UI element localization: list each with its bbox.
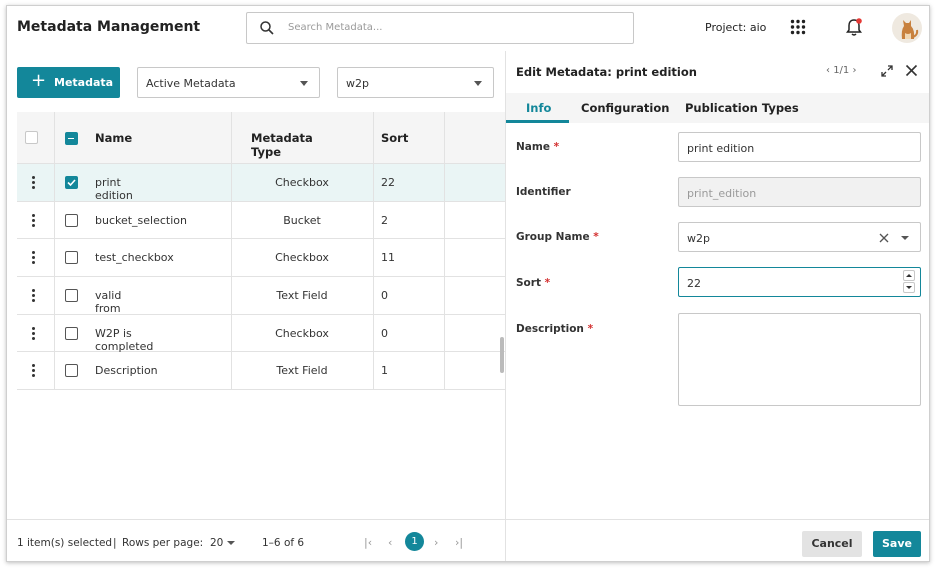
search-icon [260,21,274,35]
panel-title: Edit Metadata: print edition [516,65,697,79]
identifier-label: Identifier [516,186,571,198]
cell-type: Text Field [276,364,328,378]
select-all-checkbox[interactable] [65,132,78,145]
chevron-down-icon [474,81,482,86]
row-menu-icon[interactable] [32,213,35,227]
group-name-select[interactable]: w2p [678,222,921,252]
column-divider [231,112,232,390]
row-menu-icon[interactable] [32,251,35,265]
sort-input[interactable]: 22 [678,267,921,297]
rows-per-page-select[interactable]: 20 [210,537,223,549]
row-checkbox[interactable] [65,213,78,227]
table-row[interactable]: print edition Checkbox 22 [17,164,505,202]
footer-separator: | [113,537,117,549]
table-row[interactable]: W2P is completed Checkbox 0 [17,315,505,353]
active-tab-indicator [506,120,569,123]
pagination-range: 1–6 of 6 [262,537,305,549]
plus-icon: + [31,70,47,91]
column-divider [373,112,374,390]
cell-type: Checkbox [275,326,329,340]
table-row[interactable]: valid from Text Field 0 [17,277,505,315]
record-navigator[interactable]: ‹ 1/1 › [826,65,856,76]
tab-publication-types[interactable]: Publication Types [685,101,799,115]
edit-metadata-panel: Edit Metadata: print edition ‹ 1/1 › Inf… [505,51,929,561]
search-placeholder: Search Metadata... [288,22,383,33]
selection-count: 1 item(s) selected [17,537,113,549]
chevron-down-icon[interactable] [901,236,909,240]
app-title: Metadata Management [17,19,201,35]
project-label[interactable]: Project: aio [705,21,766,34]
table-row[interactable]: test_checkbox Checkbox 11 [17,239,505,278]
row-checkbox[interactable] [65,289,78,303]
cat-avatar-icon [901,20,919,39]
status-filter-select[interactable]: Active Metadata [137,67,320,98]
cell-type: Text Field [276,289,328,303]
table-header: Name Metadata Type Sort [17,112,505,164]
clear-icon[interactable] [879,233,889,243]
page-button-1[interactable]: 1 [405,532,424,551]
add-metadata-button[interactable]: + Metadata [17,67,120,98]
increment-icon[interactable] [903,270,915,281]
row-menu-icon[interactable] [32,289,35,303]
close-icon[interactable] [905,64,918,77]
name-label: Name * [516,141,560,153]
row-checkbox[interactable] [65,326,78,340]
top-bar: Metadata Management Search Metadata... P… [7,6,929,51]
resize-handle[interactable] [500,337,504,373]
group-name-label: Group Name * [516,231,599,243]
prev-page-icon[interactable]: ‹ [388,536,392,549]
row-menu-icon[interactable] [32,326,35,340]
column-divider [54,112,55,390]
first-page-icon[interactable]: |‹ [364,536,372,549]
identifier-field: print_edition [678,177,921,207]
panel-footer: Cancel Save [506,519,929,561]
row-menu-icon[interactable] [32,364,35,378]
chevron-right-icon[interactable]: › [849,65,856,76]
search-input[interactable]: Search Metadata... [246,12,634,44]
tab-configuration[interactable]: Configuration [581,101,669,115]
expand-icon[interactable] [881,65,893,77]
column-divider [444,112,445,390]
row-checkbox[interactable] [65,251,78,265]
table-footer: 1 item(s) selected | Rows per page: 20 1… [7,519,505,561]
rows-per-page-label: Rows per page: [122,537,204,549]
metadata-table: Name Metadata Type Sort print edition Che… [17,112,505,391]
group-filter-select[interactable]: w2p [337,67,494,98]
row-checkbox[interactable] [65,364,78,378]
cell-type: Checkbox [275,176,329,189]
description-label: Description * [516,323,594,335]
table-row[interactable]: bucket_selection Bucket 2 [17,202,505,240]
tab-info[interactable]: Info [526,101,551,115]
apps-grid-icon[interactable] [790,19,806,35]
table-row[interactable]: Description Text Field 1 [17,352,505,391]
name-field[interactable]: print edition [678,132,921,162]
notification-bell-icon[interactable] [845,17,863,37]
row-checkbox[interactable] [65,176,78,189]
decrement-icon[interactable] [903,282,915,293]
description-textarea[interactable] [678,313,921,406]
next-page-icon[interactable]: › [434,536,438,549]
cell-type: Checkbox [275,251,329,265]
user-avatar[interactable] [892,13,922,43]
app-window: Metadata Management Search Metadata... P… [6,5,930,562]
chevron-down-icon[interactable] [227,541,235,545]
cancel-button[interactable]: Cancel [802,531,862,557]
column-menu-icon[interactable] [25,131,38,144]
chevron-down-icon [300,81,308,86]
table-body: print edition Checkbox 22 bucket_selection B… [17,164,505,391]
last-page-icon[interactable]: ›| [455,536,463,549]
sort-label: Sort * [516,277,551,289]
cell-type: Bucket [283,213,321,227]
metadata-list-area: + Metadata Active Metadata w2p Name Meta… [7,51,505,561]
row-menu-icon[interactable] [32,176,35,189]
panel-tabs: Info Configuration Publication Types [506,93,929,123]
save-button[interactable]: Save [873,531,921,557]
